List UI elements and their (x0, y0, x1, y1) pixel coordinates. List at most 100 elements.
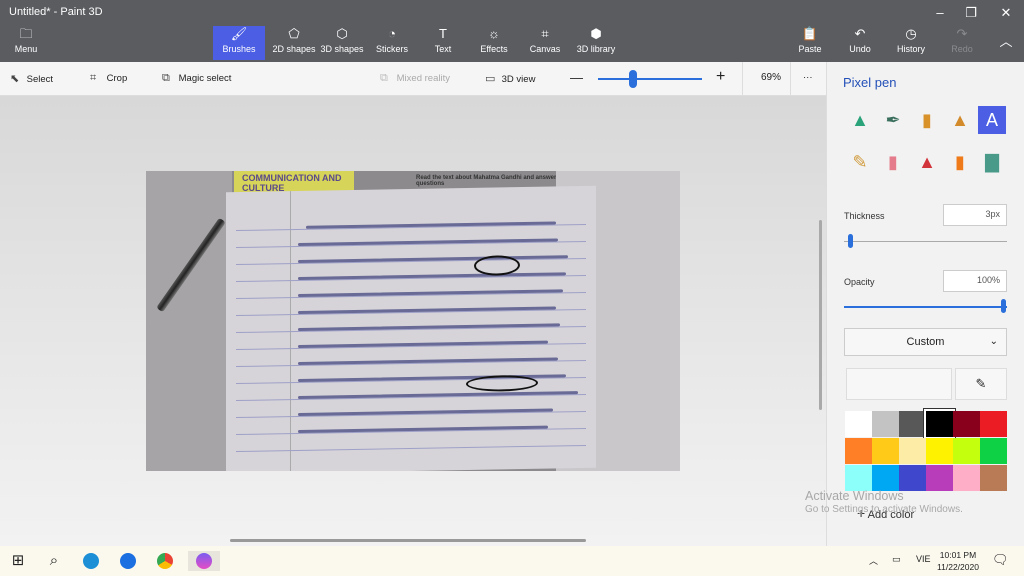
title-bar: Untitled* - Paint 3D – ❐ ✕ 🗀 Menu 🖌 Brush… (0, 0, 1024, 62)
tab-brushes[interactable]: 🖌 Brushes (213, 26, 265, 60)
tab-text[interactable]: T Text (417, 26, 469, 60)
opacity-slider-thumb[interactable] (1001, 299, 1006, 313)
eraser-brush-icon[interactable]: ▮ (879, 148, 907, 176)
menu-button[interactable]: 🗀 Menu (0, 26, 52, 60)
color-swatch[interactable] (872, 438, 899, 464)
collapse-ribbon-chevron-icon[interactable]: ︿ (991, 32, 1021, 52)
color-swatch[interactable] (872, 465, 899, 491)
tab-3d-shapes[interactable]: ⬡ 3D shapes (316, 26, 368, 60)
pixel-pen-brush-icon[interactable]: A (978, 106, 1006, 134)
color-swatch[interactable] (980, 411, 1007, 437)
magic-select-label: Magic select (178, 73, 232, 84)
crop-button[interactable]: ⌗ Crop (90, 72, 127, 85)
thickness-input[interactable]: 3px (943, 204, 1007, 226)
opacity-slider-track[interactable] (844, 306, 1007, 308)
start-button[interactable]: ⊞ (7, 551, 29, 571)
canvas-image[interactable]: COMMUNICATION AND CULTURE Read the text … (146, 171, 680, 471)
color-swatch[interactable] (953, 411, 980, 437)
fill-brush-icon[interactable]: ▇ (978, 148, 1006, 176)
color-swatch[interactable] (899, 438, 926, 464)
folder-icon: 🗀 (19, 26, 33, 41)
tab-effects[interactable]: ☼ Effects (468, 26, 520, 60)
color-swatch[interactable] (899, 465, 926, 491)
magic-select-button[interactable]: ⧉ Magic select (162, 72, 231, 85)
notification-icon[interactable]: 🗨 (992, 552, 1009, 568)
crop-label: Crop (106, 73, 128, 84)
tab-stickers[interactable]: ◔ Stickers (367, 26, 417, 60)
zoom-slider-thumb[interactable] (629, 70, 637, 88)
eyedropper-icon: ✎ (975, 376, 987, 391)
tab-label: Text (434, 44, 452, 54)
close-button[interactable]: ✕ (991, 3, 1021, 23)
tab-label: Brushes (222, 44, 256, 54)
color-swatch[interactable] (845, 411, 872, 437)
undo-button[interactable]: ↶ Undo (834, 26, 886, 60)
zoom-slider-track[interactable] (598, 78, 702, 80)
history-button[interactable]: ◷ History (885, 26, 937, 60)
color-swatch[interactable] (872, 411, 899, 437)
color-swatch[interactable] (926, 438, 953, 464)
taskbar-paint3d[interactable] (188, 551, 220, 571)
input-language[interactable]: VIE (916, 554, 931, 564)
color-swatch[interactable] (845, 465, 872, 491)
color-swatch[interactable] (899, 411, 926, 437)
color-swatch[interactable] (953, 465, 980, 491)
taskbar: ⊞ ⌕ ︿ ▭ VIE 10:01 PM 11/22/2020 🗨 (0, 546, 1024, 576)
pencil-brush-icon[interactable]: ✎ (846, 148, 874, 176)
zoom-level[interactable]: 69% (761, 72, 781, 83)
divider (790, 62, 791, 96)
more-options-button[interactable]: ··· (803, 72, 813, 83)
color-swatch[interactable] (924, 409, 955, 439)
battery-icon[interactable]: ▭ (892, 554, 901, 565)
taskbar-zalo[interactable] (117, 551, 139, 571)
mixed-reality-button[interactable]: ⧉ Mixed reality (380, 72, 450, 85)
spray-can-brush-icon[interactable]: ▮ (946, 148, 974, 176)
redo-icon: ↷ (956, 26, 968, 41)
color-swatch[interactable] (926, 465, 953, 491)
marker-brush-icon[interactable]: ▲ (846, 106, 874, 134)
taskbar-chrome[interactable] (154, 551, 176, 571)
color-swatch[interactable] (845, 438, 872, 464)
search-button[interactable]: ⌕ (43, 551, 65, 571)
tray-chevron-up-icon[interactable]: ︿ (869, 554, 878, 567)
eyedropper-button[interactable]: ✎ (955, 368, 1007, 400)
color-swatch[interactable] (980, 465, 1007, 491)
restore-button[interactable]: ❐ (956, 3, 986, 23)
activation-watermark: Activate Windows Go to Settings to activ… (805, 489, 1015, 515)
cursor-icon: ⬉ (10, 73, 20, 85)
tab-2d-shapes[interactable]: ⬠ 2D shapes (266, 26, 322, 60)
tab-label: Canvas (529, 44, 561, 54)
color-swatch[interactable] (953, 438, 980, 464)
select-button[interactable]: ⬉ Select (10, 72, 53, 85)
redo-button[interactable]: ↷ Redo (936, 26, 988, 60)
vertical-scrollbar[interactable] (819, 220, 822, 410)
clock-time: 10:01 PM (939, 550, 977, 560)
3d-view-button[interactable]: ▭ 3D view (485, 72, 535, 85)
opacity-input[interactable]: 100% (943, 270, 1007, 292)
taskbar-clock[interactable]: 10:01 PM 11/22/2020 (934, 549, 982, 573)
zalo-icon (120, 553, 136, 569)
crayon-brush-icon[interactable]: ▲ (913, 148, 941, 176)
magic-select-icon: ⧉ (162, 72, 170, 84)
calligraphy-pen-brush-icon[interactable]: ✒ (879, 106, 907, 134)
color-mode-dropdown[interactable]: Custom ⌄ (844, 328, 1007, 356)
paste-button[interactable]: 📋 Paste (784, 26, 836, 60)
zoom-in-button[interactable]: + (716, 68, 725, 86)
thickness-slider-thumb[interactable] (848, 234, 853, 248)
panel-title: Pixel pen (843, 75, 897, 90)
color-swatch[interactable] (980, 438, 1007, 464)
taskbar-edge[interactable] (80, 551, 102, 571)
zoom-out-button[interactable]: — (570, 70, 583, 85)
watercolor-brush-icon[interactable]: ▲ (946, 106, 974, 134)
mixed-reality-icon: ⧉ (380, 72, 388, 84)
thickness-slider-track[interactable] (844, 241, 1007, 242)
horizontal-scrollbar[interactable] (230, 539, 586, 542)
oil-brush-brush-icon[interactable]: ▮ (913, 106, 941, 134)
minimize-button[interactable]: – (925, 3, 955, 23)
thickness-label: Thickness (844, 211, 885, 221)
window-title: Untitled* - Paint 3D (9, 6, 103, 18)
tab-3d-library[interactable]: ⬢ 3D library (570, 26, 622, 60)
tab-canvas[interactable]: ⌗ Canvas (519, 26, 571, 60)
sun-icon: ☼ (488, 26, 500, 41)
history-icon: ◷ (905, 26, 917, 41)
